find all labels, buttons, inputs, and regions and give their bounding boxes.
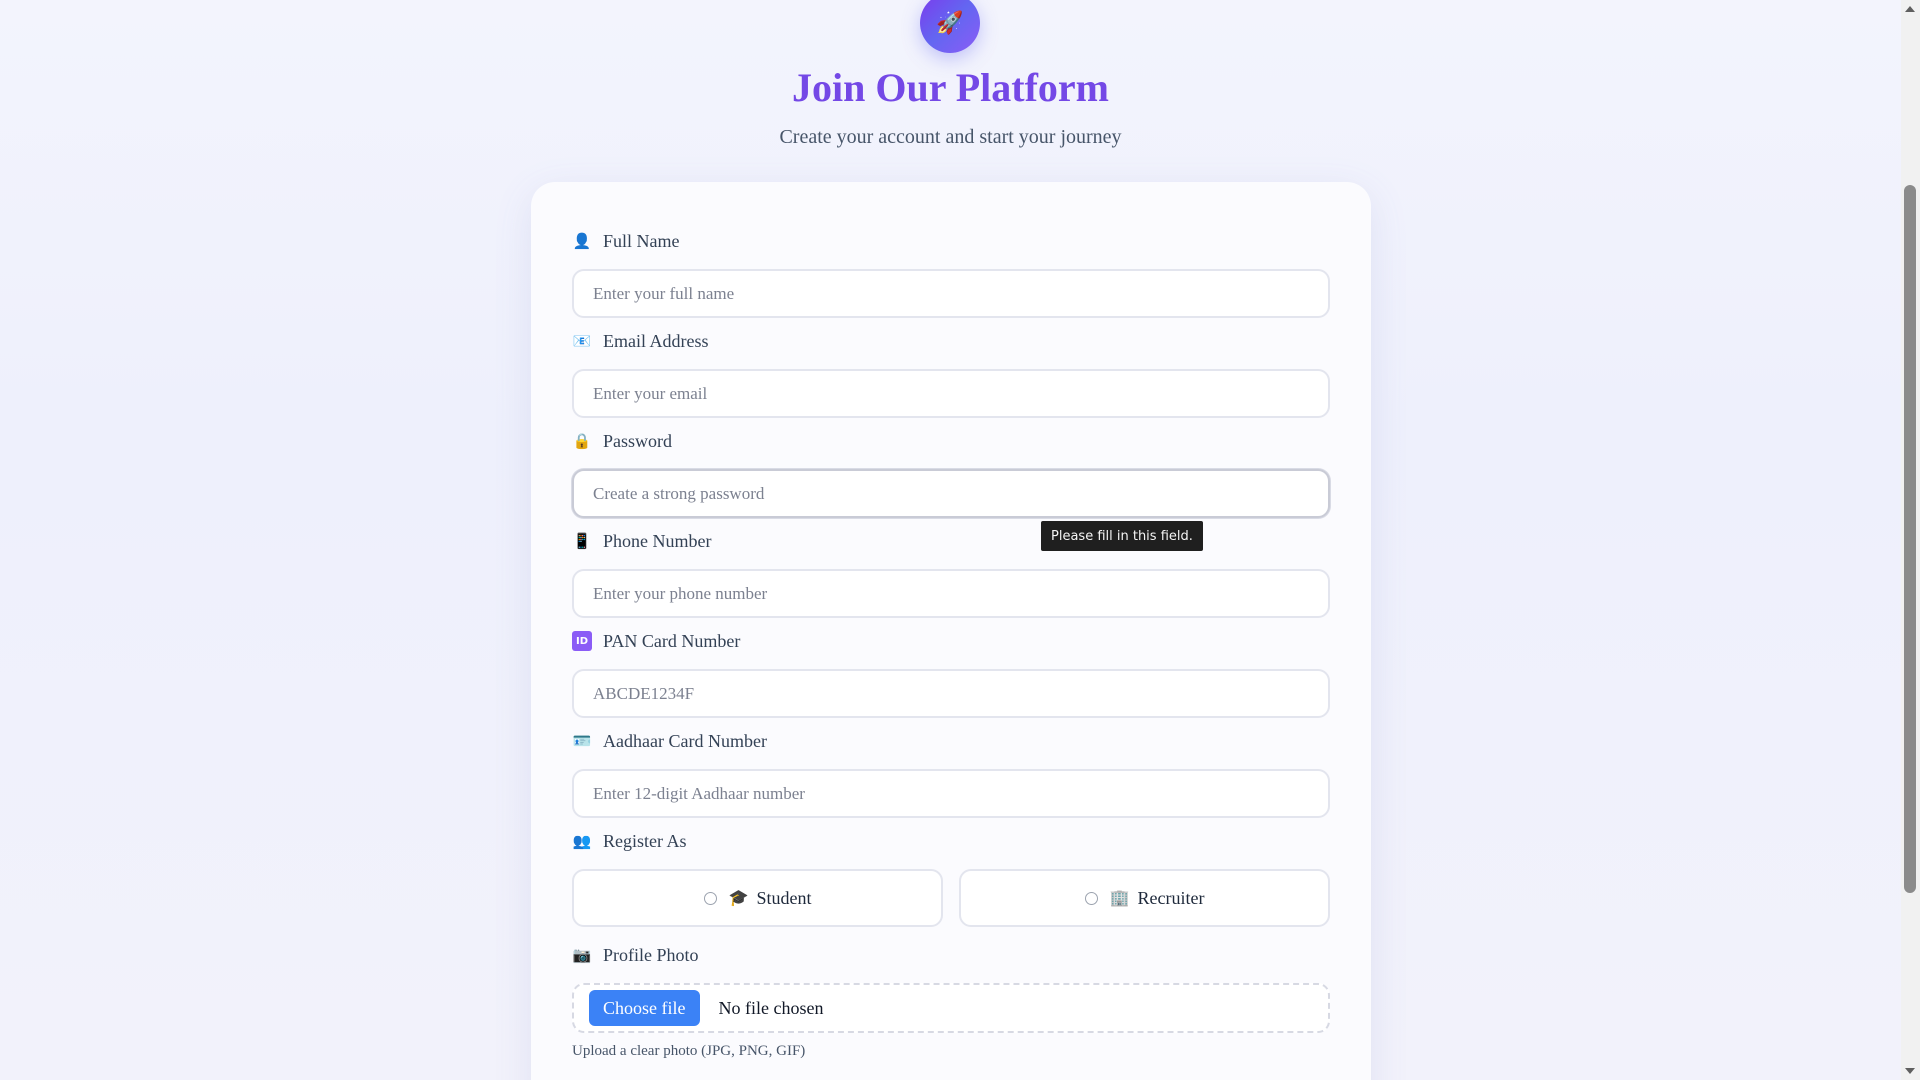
- aadhaar-label-text: Aadhaar Card Number: [603, 730, 767, 751]
- scrollbar-thumb[interactable]: [1904, 185, 1916, 893]
- file-upload-dropzone[interactable]: Choose file No file chosen: [572, 983, 1330, 1033]
- profile-photo-label-text: Profile Photo: [603, 944, 699, 965]
- email-input[interactable]: [572, 369, 1330, 418]
- student-label: Student: [756, 887, 812, 908]
- role-option-recruiter[interactable]: 🏢 Recruiter: [959, 869, 1330, 927]
- password-input[interactable]: [572, 469, 1330, 518]
- phone-label-text: Phone Number: [603, 530, 712, 551]
- email-field: 📧 Email Address: [572, 329, 1330, 418]
- profile-photo-label: 📷 Profile Photo: [572, 943, 1330, 967]
- email-label-text: Email Address: [603, 330, 709, 351]
- id-card-icon: 🪪: [572, 733, 592, 750]
- register-as-label-text: Register As: [603, 830, 687, 851]
- aadhaar-field: 🪪 Aadhaar Card Number: [572, 729, 1330, 818]
- full-name-input[interactable]: [572, 269, 1330, 318]
- password-label-text: Password: [603, 430, 673, 451]
- recruiter-radio[interactable]: [1084, 891, 1098, 905]
- scroll-up-arrow-icon[interactable]: [1905, 6, 1915, 12]
- student-radio[interactable]: [703, 891, 717, 905]
- recruiter-label: Recruiter: [1137, 887, 1205, 908]
- lock-icon: 🔒: [572, 433, 592, 450]
- page-subtitle: Create your account and start your journ…: [779, 126, 1122, 148]
- pan-label-text: PAN Card Number: [603, 630, 741, 651]
- role-option-student[interactable]: 🎓 Student: [572, 869, 943, 927]
- people-icon: 👥: [572, 833, 592, 850]
- email-icon: 📧: [572, 333, 592, 350]
- phone-icon: 📱: [572, 533, 592, 550]
- aadhaar-input[interactable]: [572, 769, 1330, 818]
- profile-photo-field: 📷 Profile Photo Choose file No file chos…: [572, 943, 1330, 1060]
- scroll-down-arrow-icon[interactable]: [1905, 1068, 1915, 1074]
- pan-input[interactable]: [572, 669, 1330, 718]
- validation-tooltip: Please fill in this field.: [1041, 521, 1203, 551]
- camera-icon: 📷: [572, 947, 592, 964]
- id-icon: ID: [572, 631, 592, 651]
- logo-rocket-icon: 🚀: [920, 0, 980, 53]
- email-label: 📧 Email Address: [572, 329, 1330, 353]
- file-status-text: No file chosen: [718, 997, 824, 1018]
- full-name-label: 👤 Full Name: [572, 229, 1330, 253]
- pan-field: ID PAN Card Number: [572, 629, 1330, 718]
- phone-label: 📱 Phone Number: [572, 529, 1330, 553]
- pan-label: ID PAN Card Number: [572, 629, 1330, 653]
- phone-input[interactable]: [572, 569, 1330, 618]
- page-title: Join Our Platform: [791, 65, 1109, 110]
- full-name-field: 👤 Full Name: [572, 229, 1330, 318]
- upload-hint: Upload a clear photo (JPG, PNG, GIF): [572, 1043, 806, 1059]
- vertical-scrollbar[interactable]: [1901, 0, 1920, 1080]
- choose-file-button[interactable]: Choose file: [589, 990, 700, 1026]
- full-name-label-text: Full Name: [603, 230, 680, 251]
- register-as-field: 👥 Register As 🎓 Student 🏢 Recruiter: [572, 829, 1330, 927]
- page: 🚀 Join Our Platform Create your account …: [0, 0, 1901, 1080]
- person-icon: 👤: [572, 233, 592, 250]
- phone-field: 📱 Phone Number: [572, 529, 1330, 618]
- password-field: 🔒 Password: [572, 429, 1330, 518]
- password-label: 🔒 Password: [572, 429, 1330, 453]
- graduation-cap-icon: 🎓: [728, 890, 749, 907]
- register-as-label: 👥 Register As: [572, 829, 1330, 853]
- role-options: 🎓 Student 🏢 Recruiter: [572, 869, 1330, 927]
- aadhaar-label: 🪪 Aadhaar Card Number: [572, 729, 1330, 753]
- rocket-icon: 🚀: [936, 10, 964, 36]
- registration-form-card: 👤 Full Name 📧 Email Address 🔒 Password: [531, 182, 1371, 1080]
- office-building-icon: 🏢: [1109, 890, 1130, 907]
